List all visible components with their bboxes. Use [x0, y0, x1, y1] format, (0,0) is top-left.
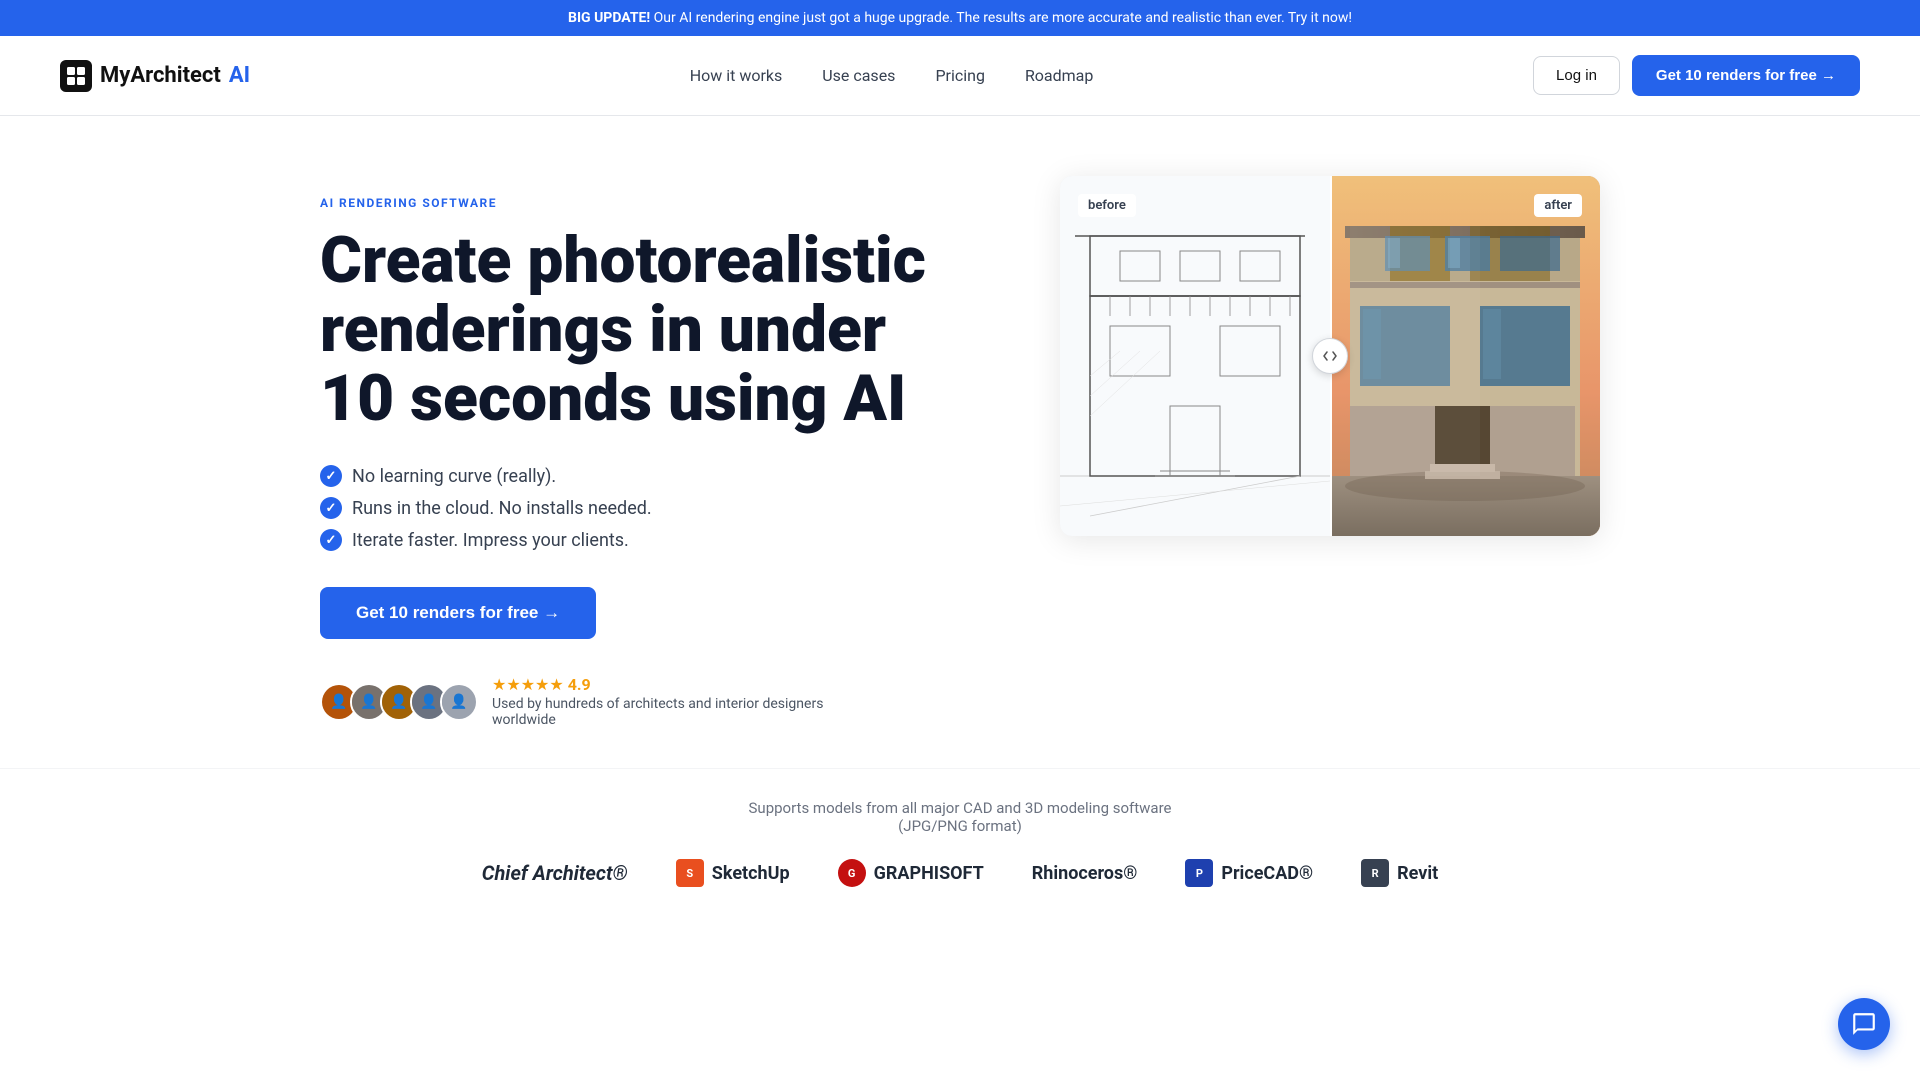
logo-chief-architect: Chief Architect®	[482, 861, 628, 885]
bullet-1: No learning curve (really).	[320, 465, 940, 487]
check-icon-1	[320, 465, 342, 487]
software-logos: Chief Architect® S SketchUp G GRAPHISOFT…	[60, 859, 1860, 887]
hero-left: AI RENDERING SOFTWARE Create photorealis…	[320, 176, 940, 728]
after-image	[1330, 176, 1600, 536]
hero-section: AI RENDERING SOFTWARE Create photorealis…	[260, 116, 1660, 768]
logo-sketchup: S SketchUp	[676, 859, 790, 887]
before-label: before	[1078, 194, 1136, 217]
check-icon-2	[320, 497, 342, 519]
logo-svg	[66, 66, 86, 86]
nav-link-roadmap[interactable]: Roadmap	[1025, 66, 1093, 85]
logo-ai-text: AI	[229, 63, 250, 88]
logo-rhinoceros: Rhinoceros®	[1032, 863, 1138, 884]
graphisoft-icon: G	[838, 859, 866, 887]
social-proof: 👤 👤 👤 👤 👤 ★★★★★ 4.9 Used by hundreds of …	[320, 675, 940, 728]
nav-link-how-it-works[interactable]: How it works	[690, 66, 783, 85]
hero-bullets: No learning curve (really). Runs in the …	[320, 465, 940, 551]
banner-text: Our AI rendering engine just got a huge …	[654, 10, 1352, 26]
chief-architect-text: Chief Architect®	[482, 861, 628, 885]
avatar-5: 👤	[440, 683, 478, 721]
navbar: MyArchitect AI How it works Use cases Pri…	[0, 36, 1920, 116]
hero-title: Create photorealistic renderings in unde…	[320, 226, 940, 433]
supports-text: Supports models from all major CAD and 3…	[60, 799, 1860, 835]
bullet-3: Iterate faster. Impress your clients.	[320, 529, 940, 551]
social-description: Used by hundreds of architects and inter…	[492, 696, 823, 728]
pricecad-icon: P	[1185, 859, 1213, 887]
before-after-container: before after	[1060, 176, 1600, 536]
hero-cta-button[interactable]: Get 10 renders for free →	[320, 587, 596, 639]
supports-bar: Supports models from all major CAD and 3…	[0, 768, 1920, 917]
social-text-block: ★★★★★ 4.9 Used by hundreds of architects…	[492, 675, 823, 728]
before-image	[1060, 176, 1330, 536]
nav-cta-button[interactable]: Get 10 renders for free →	[1632, 55, 1860, 96]
check-icon-3	[320, 529, 342, 551]
rating-number: 4.9	[568, 675, 591, 694]
sketchup-icon: S	[676, 859, 704, 887]
login-button[interactable]: Log in	[1533, 56, 1620, 95]
logo-pricecad: P PriceCAD®	[1185, 859, 1313, 887]
hero-tag: AI RENDERING SOFTWARE	[320, 196, 940, 210]
logo-revit: R Revit	[1361, 859, 1438, 887]
logo-icon	[60, 60, 92, 92]
star-rating: ★★★★★ 4.9	[492, 675, 823, 694]
top-banner: BIG UPDATE! Our AI rendering engine just…	[0, 0, 1920, 36]
divider-handle[interactable]	[1312, 338, 1348, 374]
nav-link-use-cases[interactable]: Use cases	[822, 66, 895, 85]
nav-link-pricing[interactable]: Pricing	[935, 66, 985, 85]
logo-link[interactable]: MyArchitect AI	[60, 60, 250, 92]
after-label: after	[1534, 194, 1582, 217]
logo-main-text: MyArchitect	[100, 63, 221, 88]
nav-links: How it works Use cases Pricing Roadmap	[690, 66, 1094, 85]
logo-graphisoft: G GRAPHISOFT	[838, 859, 984, 887]
avatar-group: 👤 👤 👤 👤 👤	[320, 683, 478, 721]
nav-actions: Log in Get 10 renders for free →	[1533, 55, 1860, 96]
bullet-2: Runs in the cloud. No installs needed.	[320, 497, 940, 519]
revit-icon: R	[1361, 859, 1389, 887]
chat-button[interactable]	[1838, 998, 1890, 1050]
banner-bold: BIG UPDATE!	[568, 10, 650, 26]
hero-right: before after	[1060, 176, 1600, 536]
